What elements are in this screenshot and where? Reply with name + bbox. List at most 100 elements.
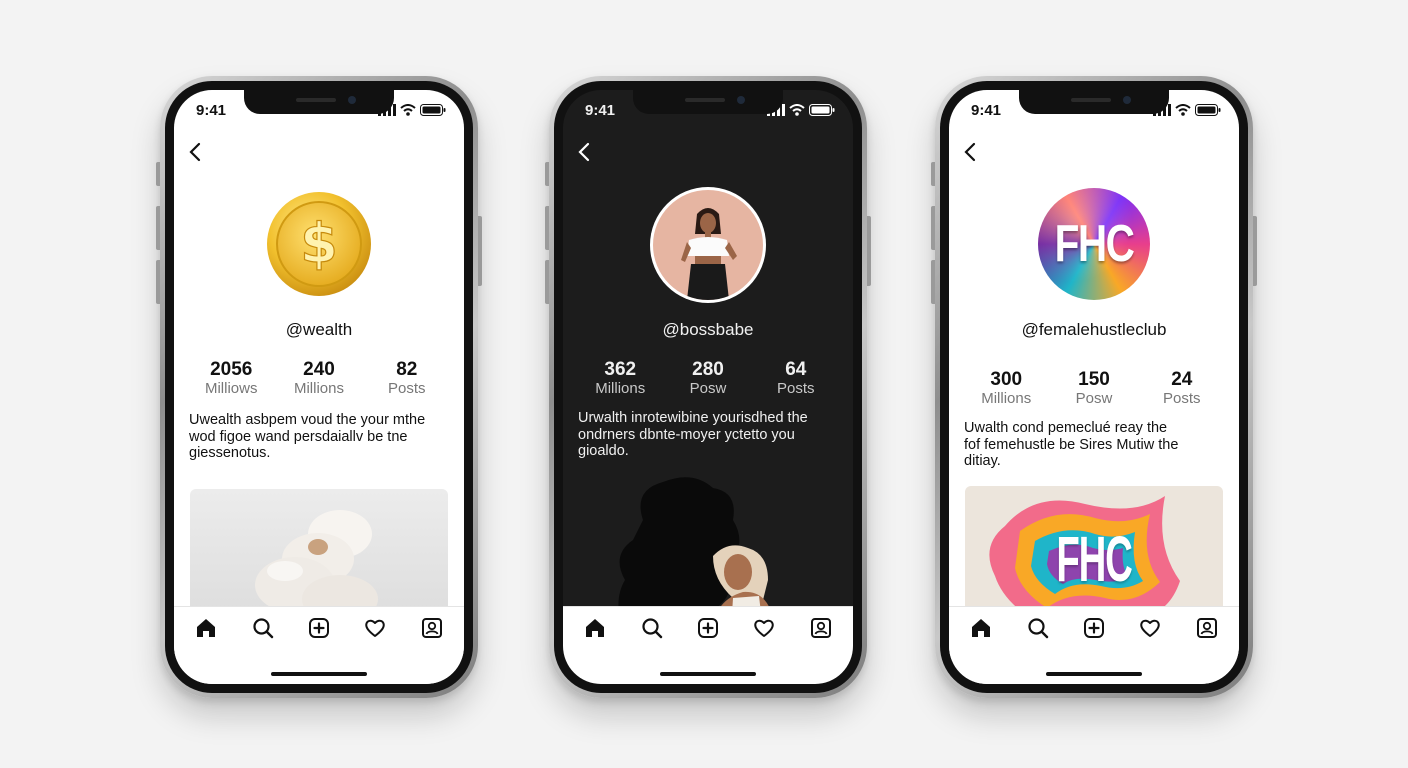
- home-tab[interactable]: [580, 613, 610, 643]
- battery-icon: [1195, 104, 1221, 116]
- stat-item[interactable]: 280 Posw: [665, 360, 751, 398]
- home-indicator[interactable]: [1046, 672, 1142, 676]
- activity-tab[interactable]: [749, 613, 779, 643]
- heart-icon: [754, 619, 775, 637]
- stat-value: 24: [1171, 369, 1193, 390]
- phone-bossbabe: 9:41 @bossbabe 362 Millions 280 Posw 64 …: [545, 76, 871, 698]
- battery-icon: [420, 104, 446, 116]
- bio-line: giessenotus.: [189, 445, 271, 461]
- add-post-tab[interactable]: [304, 613, 334, 643]
- stat-value: 150: [1078, 369, 1110, 390]
- profile-icon: [421, 618, 442, 638]
- add-post-icon: [308, 618, 329, 638]
- stat-value: 2056: [210, 359, 253, 380]
- back-chevron-icon[interactable]: [184, 140, 208, 164]
- bio-line: ondrners dbnte-moyer yctetto you: [578, 426, 795, 443]
- stat-value: 82: [396, 359, 418, 380]
- add-post-icon: [697, 618, 718, 638]
- profile-tab[interactable]: [806, 613, 836, 643]
- bio-line: Uwealth asbpem voud the your mthe: [189, 412, 426, 428]
- stat-value: 240: [303, 359, 335, 380]
- stats-row: 362 Millions 280 Posw 64 Posts: [577, 360, 839, 398]
- stat-item[interactable]: 82 Posts: [364, 360, 450, 398]
- add-post-tab[interactable]: [693, 613, 723, 643]
- bio-line: wod figoe wand persdaiallv be tne: [189, 428, 408, 445]
- mute-switch: [931, 162, 935, 186]
- gold-coin-dollar-icon: $: [264, 189, 374, 299]
- avatar[interactable]: $: [263, 188, 375, 300]
- profile-tab[interactable]: [417, 613, 447, 643]
- volume-up-button: [931, 206, 935, 250]
- search-tab[interactable]: [637, 613, 667, 643]
- home-icon: [197, 619, 216, 637]
- add-post-tab[interactable]: [1079, 613, 1109, 643]
- home-tab[interactable]: [191, 613, 221, 643]
- bio-line: Urwalth inrotewibine yourisdhed the: [578, 410, 808, 426]
- stat-value: 300: [990, 369, 1023, 390]
- profile-handle: @femalehustleclub: [1021, 320, 1167, 339]
- profile-screen: 9:41: [563, 90, 853, 684]
- avatar[interactable]: [650, 187, 766, 303]
- stat-value: 64: [785, 359, 807, 380]
- back-chevron-icon[interactable]: [959, 140, 983, 164]
- volume-up-button: [545, 206, 549, 250]
- stat-label: Milliows: [204, 380, 258, 397]
- stats-row: 2056 Milliows 240 Millions 82 Posts: [188, 360, 450, 398]
- bio-line: fof femehustle be Sires Mutiw the: [964, 436, 1179, 453]
- search-tab[interactable]: [1023, 613, 1053, 643]
- stat-item[interactable]: 240 Millions: [276, 360, 362, 398]
- back-chevron-icon[interactable]: [573, 140, 597, 164]
- woman-illustration: [653, 190, 763, 300]
- profile-handle: @wealth: [285, 320, 353, 339]
- svg-text:$: $: [300, 212, 338, 275]
- stat-label: Posw: [689, 380, 727, 397]
- battery-icon: [809, 104, 835, 116]
- stat-label: Posts: [777, 380, 815, 397]
- activity-tab[interactable]: [1135, 613, 1165, 643]
- bottom-tab-bar: [174, 606, 464, 684]
- home-indicator[interactable]: [271, 672, 367, 676]
- profile-screen: 9:41 FHC @femalehustleclub 300 Millions …: [949, 90, 1239, 684]
- swirl-background: FHC: [1038, 188, 1150, 300]
- bottom-tab-bar: [949, 606, 1239, 684]
- stat-item[interactable]: 2056 Milliows: [188, 360, 274, 398]
- heart-icon: [1140, 619, 1161, 637]
- stat-item[interactable]: 64 Posts: [753, 360, 839, 398]
- stat-item[interactable]: 300 Millions: [963, 370, 1049, 408]
- stat-label: Posts: [388, 380, 426, 397]
- stat-label: Millions: [595, 380, 646, 397]
- avatar[interactable]: FHC: [1036, 186, 1152, 302]
- bio-line: ditiay.: [964, 453, 1001, 469]
- power-button: [478, 216, 482, 286]
- profile-handle: @bossbabe: [662, 320, 754, 339]
- notch: [633, 90, 783, 114]
- stat-value: 362: [604, 359, 637, 380]
- volume-up-button: [156, 206, 160, 250]
- stat-label: Posw: [1075, 390, 1113, 407]
- wifi-icon: [1175, 104, 1191, 116]
- stat-item[interactable]: 24 Posts: [1139, 370, 1225, 408]
- avatar-logo-text: FHC: [1054, 215, 1135, 273]
- power-button: [1253, 216, 1257, 286]
- heart-icon: [365, 619, 386, 637]
- stat-item[interactable]: 150 Posw: [1051, 370, 1137, 408]
- wifi-icon: [789, 104, 805, 116]
- profile-bio: Uwalth cond pemeclué reay the fof femehu…: [964, 420, 1227, 470]
- post-image[interactable]: FHC: [965, 486, 1223, 626]
- activity-tab[interactable]: [360, 613, 390, 643]
- mute-switch: [156, 162, 160, 186]
- search-tab[interactable]: [248, 613, 278, 643]
- home-tab[interactable]: [966, 613, 996, 643]
- status-time: 9:41: [971, 101, 1002, 119]
- home-indicator[interactable]: [660, 672, 756, 676]
- search-icon: [641, 618, 662, 639]
- bottom-tab-bar: [563, 606, 853, 684]
- search-icon: [1027, 618, 1048, 639]
- phone-wealth: 9:41 $ @wealth 2056 Milliows 240 Million…: [156, 76, 482, 698]
- profile-tab[interactable]: [1192, 613, 1222, 643]
- stat-item[interactable]: 362 Millions: [577, 360, 663, 398]
- profile-icon: [810, 618, 831, 638]
- stat-label: Millions: [981, 390, 1032, 407]
- stats-row: 300 Millions 150 Posw 24 Posts: [963, 370, 1225, 408]
- notch: [244, 90, 394, 114]
